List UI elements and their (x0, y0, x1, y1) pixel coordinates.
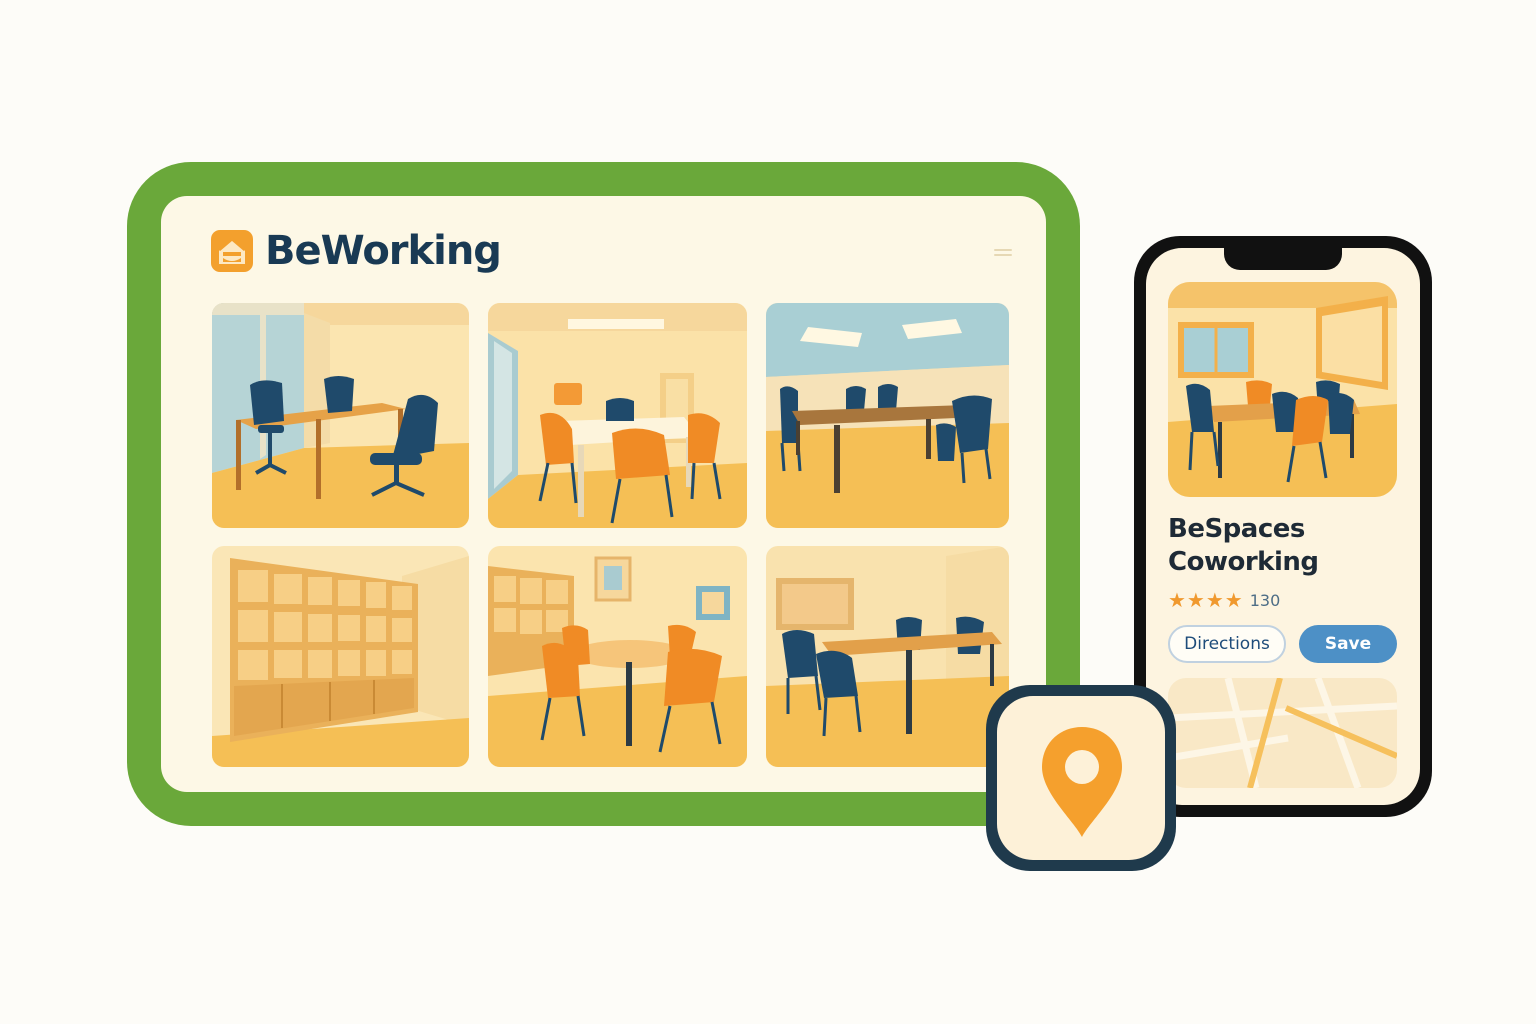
phone-notch (1224, 248, 1342, 270)
coworking-room-illustration (1168, 282, 1397, 497)
round-table-room-illustration (488, 546, 747, 767)
listing-rating: ★★★★ 130 (1168, 588, 1280, 612)
listing-name[interactable]: BeSpaces Coworking (1168, 513, 1408, 579)
listing-photo[interactable] (1168, 282, 1397, 497)
location-app-icon[interactable] (986, 685, 1176, 871)
app-icon-background (997, 696, 1165, 860)
storage-room-illustration (212, 546, 469, 767)
location-pin-icon (1042, 727, 1122, 837)
space-tile-meeting-room-blue-chairs[interactable] (212, 303, 469, 528)
conference-room-illustration (766, 303, 1009, 528)
space-tile-meeting-room-orange-chairs[interactable] (488, 303, 747, 528)
space-tile-storage-room[interactable] (212, 546, 469, 767)
phone-screen: BeSpaces Coworking ★★★★ 130 Directions S… (1146, 248, 1420, 805)
meeting-room-illustration (212, 303, 469, 528)
space-tile-conference-room[interactable] (766, 303, 1009, 528)
tablet-device: BeWorking (127, 162, 1080, 826)
brand-header[interactable]: BeWorking (211, 228, 502, 274)
phone-device: BeSpaces Coworking ★★★★ 130 Directions S… (1134, 236, 1432, 817)
review-count: 130 (1249, 590, 1281, 610)
map-illustration (1168, 678, 1397, 788)
directions-button[interactable]: Directions (1168, 625, 1286, 663)
whiteboard-room-illustration (766, 546, 1009, 767)
hamburger-menu-icon[interactable] (994, 246, 1012, 260)
map-preview[interactable] (1168, 678, 1397, 788)
space-tile-whiteboard-room[interactable] (766, 546, 1009, 767)
save-button[interactable]: Save (1299, 625, 1397, 663)
space-tile-round-table-room[interactable] (488, 546, 747, 767)
meeting-room-illustration (488, 303, 747, 528)
tablet-screen: BeWorking (161, 196, 1046, 792)
brand-name: BeWorking (265, 228, 502, 274)
house-logo-icon (211, 230, 253, 272)
star-rating-icon: ★★★★ (1168, 588, 1244, 612)
